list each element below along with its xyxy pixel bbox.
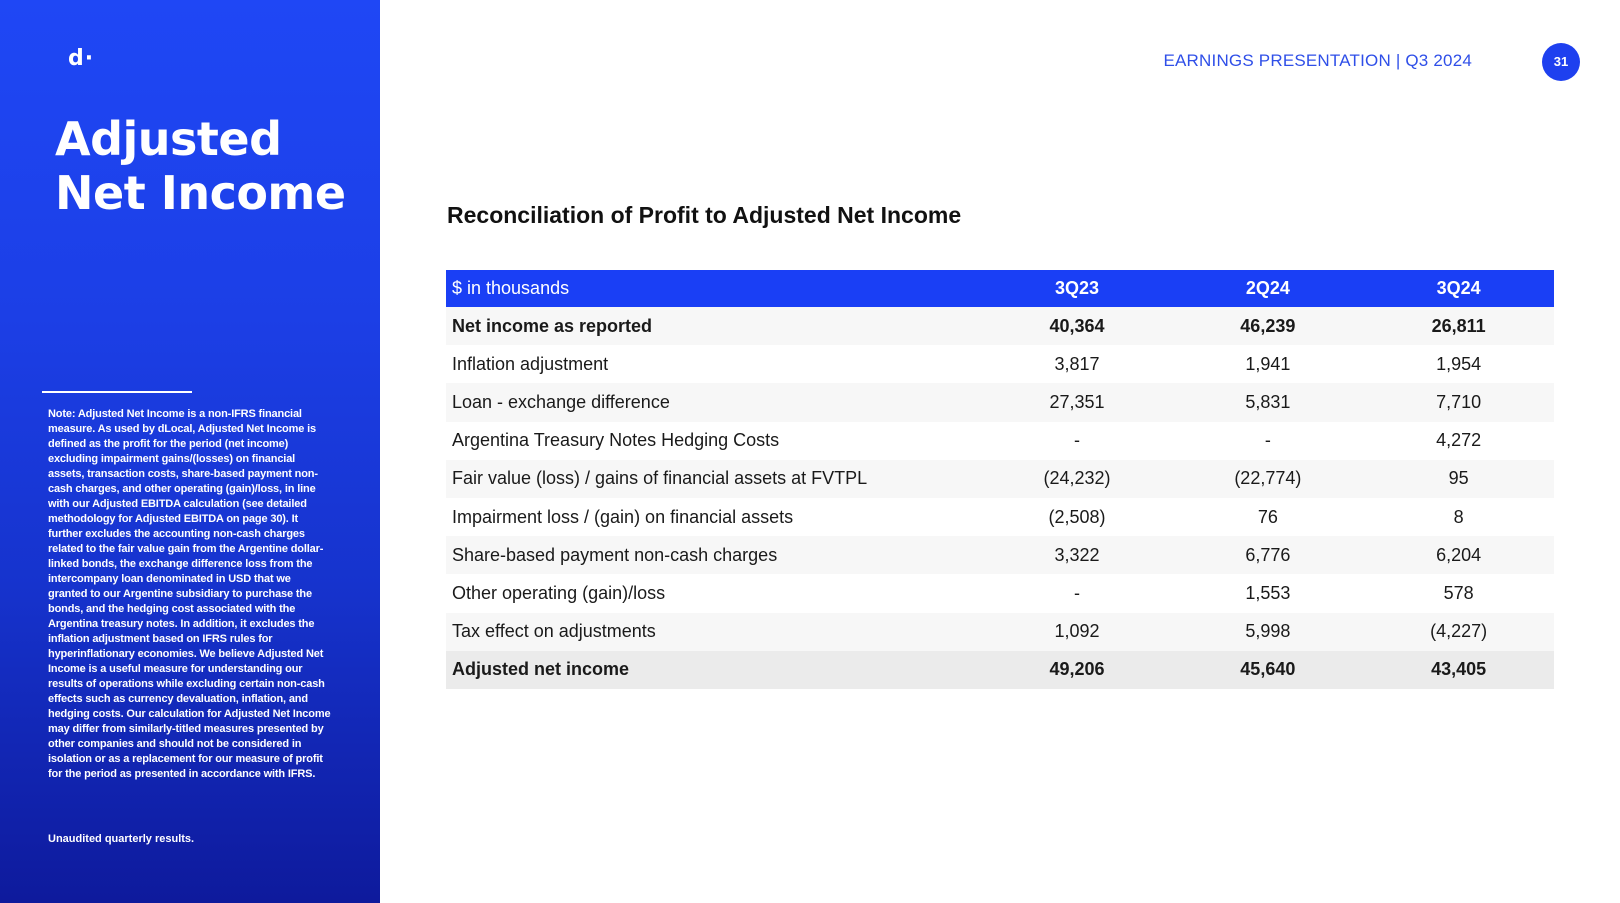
- cell-value: 26,811: [1363, 307, 1554, 346]
- cell-value: 27,351: [981, 383, 1173, 422]
- cell-value: 76: [1172, 497, 1364, 537]
- cell-value: 6,776: [1172, 536, 1364, 575]
- cell-value: (24,232): [981, 459, 1173, 498]
- table-row: Argentina Treasury Notes Hedging Costs -…: [446, 421, 1554, 460]
- cell-value: (22,774): [1172, 459, 1364, 498]
- cell-value: 4,272: [1363, 421, 1554, 460]
- table-row: Net income as reported 40,364 46,239 26,…: [446, 307, 1554, 346]
- cell-value: 1,954: [1363, 345, 1554, 384]
- cell-value: (4,227): [1363, 612, 1554, 651]
- cell-value: 7,710: [1363, 383, 1554, 422]
- table-row-total: Adjusted net income 49,206 45,640 43,405: [446, 650, 1554, 689]
- cell-value: 46,239: [1172, 307, 1364, 346]
- table-row: Share-based payment non-cash charges 3,3…: [446, 536, 1554, 575]
- cell-value: 6,204: [1363, 536, 1554, 575]
- table-row: Other operating (gain)/loss - 1,553 578: [446, 574, 1554, 613]
- cell-value: -: [1172, 421, 1364, 460]
- row-label: Loan - exchange difference: [446, 383, 982, 422]
- page-number-badge: 31: [1542, 43, 1580, 81]
- presentation-label: EARNINGS PRESENTATION | Q3 2024: [1163, 51, 1472, 70]
- table-row: Loan - exchange difference 27,351 5,831 …: [446, 383, 1554, 422]
- cell-value: 8: [1363, 497, 1554, 537]
- table-title: Reconciliation of Profit to Adjusted Net…: [447, 202, 962, 228]
- row-label: Share-based payment non-cash charges: [446, 536, 982, 575]
- cell-value: 43,405: [1363, 650, 1554, 689]
- unaudited-note: Unaudited quarterly results.: [48, 833, 195, 845]
- row-label: Adjusted net income: [446, 650, 982, 689]
- column-header-2q24: 2Q24: [1172, 270, 1364, 307]
- cell-value: 49,206: [981, 650, 1173, 689]
- dlocal-logo: d·: [68, 46, 95, 71]
- column-header-3q24: 3Q24: [1363, 270, 1554, 307]
- sidebar-divider: [42, 391, 192, 393]
- cell-value: 1,092: [981, 612, 1173, 651]
- table-row: Inflation adjustment 3,817 1,941 1,954: [446, 345, 1554, 384]
- cell-value: 45,640: [1172, 650, 1364, 689]
- cell-value: (2,508): [981, 497, 1173, 537]
- row-label: Tax effect on adjustments: [446, 612, 982, 651]
- reconciliation-table: $ in thousands 3Q23 2Q24 3Q24 Net income…: [446, 270, 1554, 689]
- row-label: Fair value (loss) / gains of financial a…: [446, 459, 982, 498]
- table-row: Impairment loss / (gain) on financial as…: [446, 497, 1554, 537]
- page-title-line-1: Adjusted: [55, 112, 282, 166]
- cell-value: 95: [1363, 459, 1554, 498]
- cell-value: -: [981, 421, 1173, 460]
- table-row: Tax effect on adjustments 1,092 5,998 (4…: [446, 612, 1554, 651]
- cell-value: 578: [1363, 574, 1554, 613]
- cell-value: 3,322: [981, 536, 1173, 575]
- row-label: Other operating (gain)/loss: [446, 574, 982, 613]
- column-header-units: $ in thousands: [446, 270, 982, 307]
- row-label: Argentina Treasury Notes Hedging Costs: [446, 421, 982, 460]
- cell-value: 40,364: [981, 307, 1173, 346]
- sidebar-panel: d· Adjusted Net Income Note: Adjusted Ne…: [0, 0, 380, 903]
- row-label: Impairment loss / (gain) on financial as…: [446, 497, 982, 537]
- cell-value: 5,831: [1172, 383, 1364, 422]
- footnote-text: Note: Adjusted Net Income is a non-IFRS …: [48, 408, 331, 780]
- cell-value: 3,817: [981, 345, 1173, 384]
- table-row: Fair value (loss) / gains of financial a…: [446, 459, 1554, 498]
- cell-value: 5,998: [1172, 612, 1364, 651]
- row-label: Net income as reported: [446, 307, 982, 346]
- page-title: Adjusted Net Income: [55, 112, 355, 220]
- cell-value: -: [981, 574, 1173, 613]
- cell-value: 1,553: [1172, 574, 1364, 613]
- cell-value: 1,941: [1172, 345, 1364, 384]
- page-title-line-2: Net Income: [55, 166, 346, 220]
- column-header-3q23: 3Q23: [981, 270, 1173, 307]
- row-label: Inflation adjustment: [446, 345, 982, 384]
- table-header-row: $ in thousands 3Q23 2Q24 3Q24: [446, 270, 1554, 307]
